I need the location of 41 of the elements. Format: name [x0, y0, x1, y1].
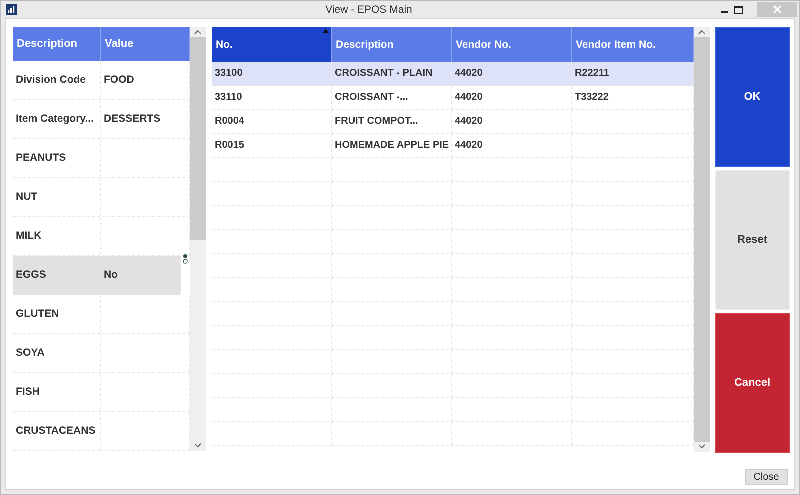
selected-row[interactable]: EGGS No — [13, 256, 181, 295]
scrollbar[interactable] — [694, 27, 710, 452]
table-cell: R0015 — [212, 134, 332, 157]
table-cell: MILK — [13, 217, 101, 255]
table-cell: NUT — [13, 178, 101, 216]
table-cell: 44020 — [452, 62, 572, 85]
table-cell: SOYA — [13, 334, 101, 372]
action-button[interactable]: Reset — [715, 170, 790, 310]
maximize-icon[interactable] — [734, 6, 743, 14]
table-cell: Item Category... — [13, 100, 101, 138]
table-cell: HOMEMADE APPLE PIE — [332, 134, 452, 157]
close-button[interactable]: Close — [745, 469, 788, 485]
table-cell: FISH — [13, 373, 101, 411]
table-cell: FRUIT COMPOT... — [332, 110, 452, 133]
column-header[interactable]: No. — [212, 27, 332, 62]
table-cell: CROISSANT -... — [332, 86, 452, 109]
scrollbar[interactable] — [190, 27, 206, 451]
selected-row[interactable]: 33100 CROISSANT - PLAIN 44020 R22211 — [212, 62, 694, 86]
table-cell: 44020 — [452, 134, 572, 157]
action-button[interactable]: OK — [715, 27, 790, 167]
action-button[interactable]: Cancel — [715, 313, 790, 453]
table-cell: CROISSANT - PLAIN — [332, 62, 452, 85]
table-cell: R0004 — [212, 110, 332, 133]
splitter-handle-icon[interactable] — [183, 254, 188, 264]
column-header[interactable]: Vendor No. — [452, 27, 572, 62]
table-cell: PEANUTS — [13, 139, 101, 177]
table-cell: 44020 — [452, 86, 572, 109]
table-cell: EGGS — [13, 256, 101, 294]
column-header[interactable]: Description — [332, 27, 452, 62]
column-header[interactable]: Vendor Item No. — [572, 27, 694, 62]
window-title: View - EPOS Main — [324, 4, 414, 16]
sort-arrow-icon — [323, 29, 329, 33]
app-icon — [6, 4, 17, 15]
table-cell: GLUTEN — [13, 295, 101, 333]
table-cell: 33110 — [212, 86, 332, 109]
table-cell: No — [101, 256, 181, 294]
table-cell: 33100 — [212, 62, 332, 85]
column-header[interactable]: Description — [13, 27, 101, 61]
table-cell: CRUSTACEANS — [13, 412, 101, 450]
table-cell: Division Code — [13, 61, 101, 99]
table-cell: 44020 — [452, 110, 572, 133]
